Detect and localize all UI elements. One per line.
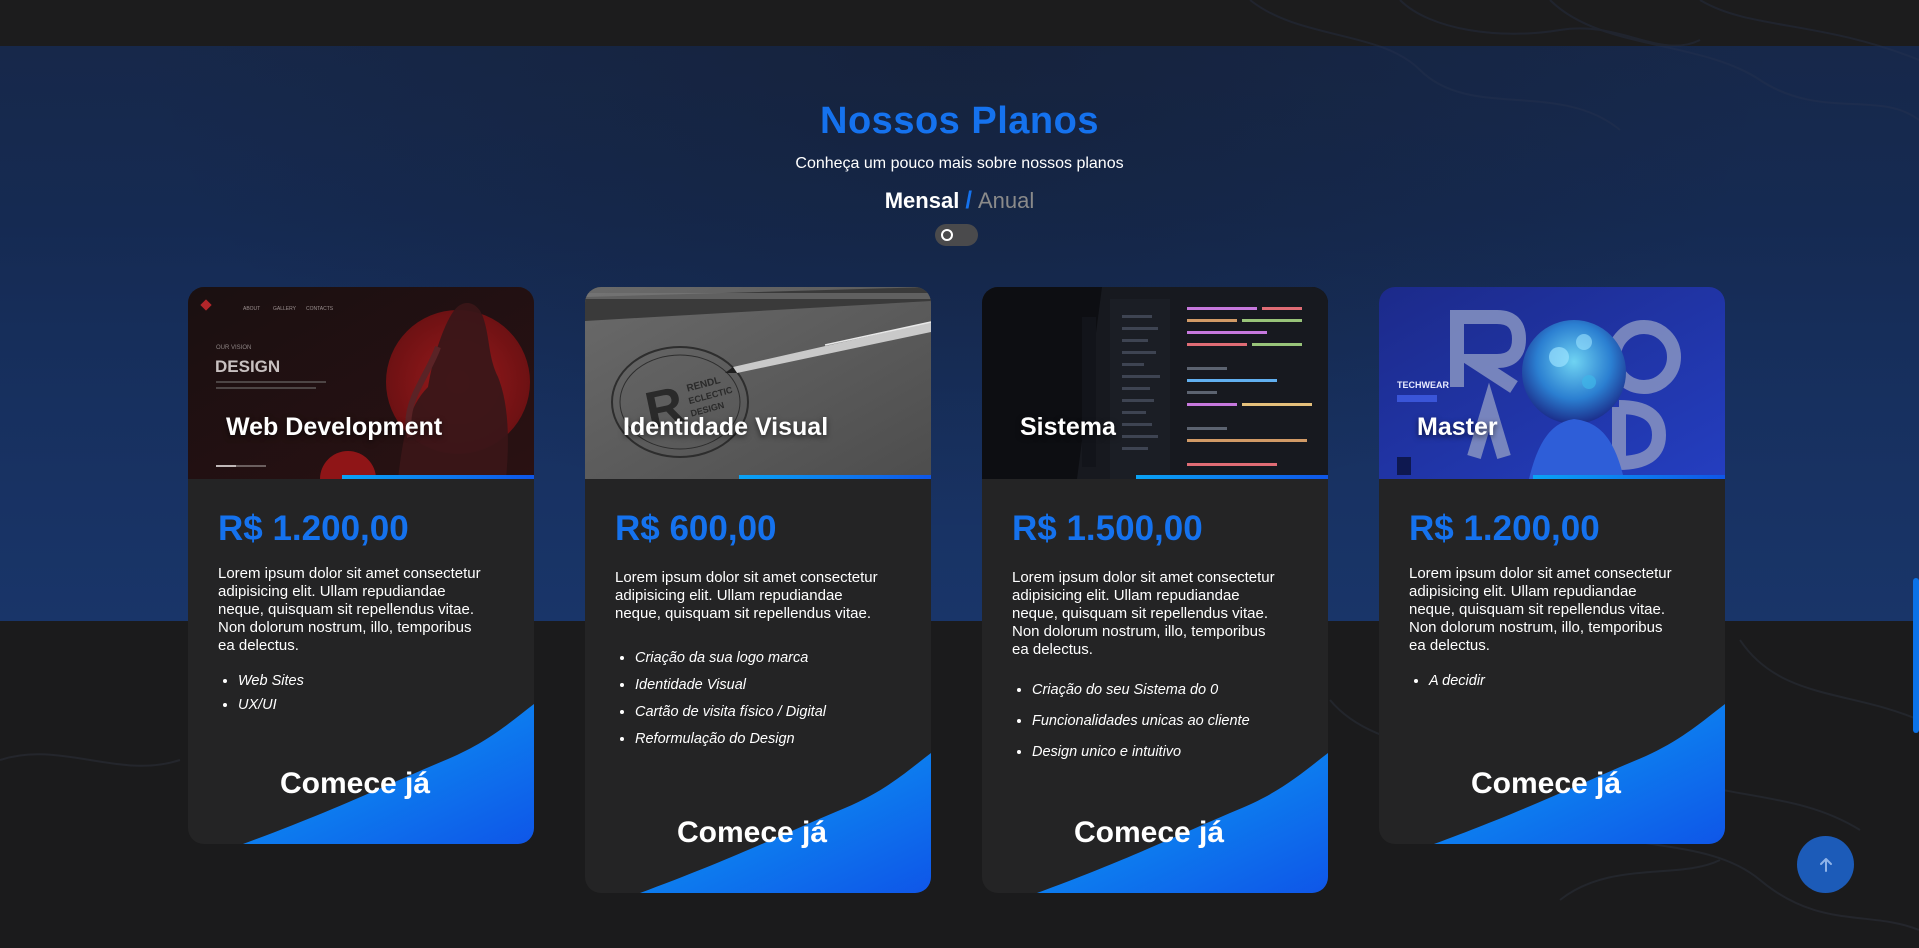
plan-image: TECHWEAR Master xyxy=(1379,287,1725,479)
plan-description: Lorem ipsum dolor sit amet consectetur a… xyxy=(218,565,481,654)
feature-item: Criação do seu Sistema do 0 xyxy=(1032,675,1298,706)
plan-title: Web Development xyxy=(226,413,443,441)
feature-item: Reformulação do Design xyxy=(635,726,901,753)
svg-text:CONTACTS: CONTACTS xyxy=(306,306,334,312)
start-now-button[interactable]: Comece já xyxy=(280,767,430,801)
arrow-up-icon xyxy=(1819,857,1832,872)
billing-separator: / xyxy=(965,187,972,214)
web-design-mockup-image: ABOUT GALLERY CONTACTS OUR VISION DESIGN xyxy=(188,287,534,479)
accent-bar xyxy=(342,475,534,479)
plan-title: Master xyxy=(1417,413,1498,441)
plan-image: Sistema xyxy=(982,287,1328,479)
section-title: Nossos Planos xyxy=(820,100,1099,142)
start-now-button[interactable]: Comece já xyxy=(1074,816,1224,850)
billing-monthly-label[interactable]: Mensal xyxy=(885,188,960,214)
page-scrollbar[interactable] xyxy=(1913,0,1919,948)
feature-item: Identidade Visual xyxy=(635,672,901,699)
techwear-poster-image: TECHWEAR xyxy=(1379,287,1725,479)
billing-toggle[interactable] xyxy=(935,224,978,246)
svg-text:GALLERY: GALLERY xyxy=(273,306,297,312)
svg-text:TECHWEAR: TECHWEAR xyxy=(1397,380,1449,390)
plan-image: R RENDL ECLECTIC DESIGN Identidade Visua… xyxy=(585,287,931,479)
plan-card-identidade-visual: R RENDL ECLECTIC DESIGN Identidade Visua… xyxy=(585,287,931,893)
feature-item: Web Sites xyxy=(238,669,504,693)
top-strip xyxy=(0,0,1919,46)
plan-price: R$ 600,00 xyxy=(615,509,777,548)
plan-price: R$ 1.200,00 xyxy=(1409,509,1600,548)
accent-bar xyxy=(739,475,931,479)
plan-description: Lorem ipsum dolor sit amet consectetur a… xyxy=(615,569,878,622)
plan-image: ABOUT GALLERY CONTACTS OUR VISION DESIGN… xyxy=(188,287,534,479)
page: Nossos Planos Conheça um pouco mais sobr… xyxy=(0,0,1919,948)
plan-description: Lorem ipsum dolor sit amet consectetur a… xyxy=(1409,565,1672,654)
plan-title: Identidade Visual xyxy=(623,413,829,441)
feature-item: Funcionalidades unicas ao cliente xyxy=(1032,706,1298,737)
section-subtitle: Conheça um pouco mais sobre nossos plano… xyxy=(795,155,1124,172)
feature-item: A decidir xyxy=(1429,669,1695,693)
plan-price: R$ 1.500,00 xyxy=(1012,509,1203,548)
toggle-knob xyxy=(941,229,953,241)
logo-sketch-image: R RENDL ECLECTIC DESIGN xyxy=(585,287,931,479)
scrollbar-thumb[interactable] xyxy=(1913,578,1919,733)
plan-title: Sistema xyxy=(1020,413,1116,441)
billing-annual-label[interactable]: Anual xyxy=(978,188,1034,214)
svg-text:ABOUT: ABOUT xyxy=(243,306,260,312)
plans-header: Nossos Planos Conheça um pouco mais sobr… xyxy=(0,100,1919,215)
svg-text:DESIGN: DESIGN xyxy=(215,357,280,376)
plan-features: A decidir xyxy=(1409,669,1695,693)
plan-price: R$ 1.200,00 xyxy=(218,509,409,548)
plan-description: Lorem ipsum dolor sit amet consectetur a… xyxy=(1012,569,1275,658)
back-to-top-button[interactable] xyxy=(1797,836,1854,893)
feature-item: Criação da sua logo marca xyxy=(635,645,901,672)
plan-card-sistema: Sistema R$ 1.500,00 Lorem ipsum dolor si… xyxy=(982,287,1328,893)
accent-bar xyxy=(1136,475,1328,479)
start-now-button[interactable]: Comece já xyxy=(677,816,827,850)
feature-item: Cartão de visita físico / Digital xyxy=(635,699,901,726)
billing-toggle-labels: Mensal / Anual xyxy=(0,187,1919,215)
start-now-button[interactable]: Comece já xyxy=(1471,767,1621,801)
plan-features: Criação da sua logo marca Identidade Vis… xyxy=(615,645,901,753)
code-editor-image xyxy=(982,287,1328,479)
accent-bar xyxy=(1533,475,1725,479)
plan-card-master: TECHWEAR Master R$ 1.200,00 Lorem ipsum … xyxy=(1379,287,1725,844)
plan-card-web-development: ABOUT GALLERY CONTACTS OUR VISION DESIGN… xyxy=(188,287,534,844)
svg-text:OUR VISION: OUR VISION xyxy=(216,345,251,351)
